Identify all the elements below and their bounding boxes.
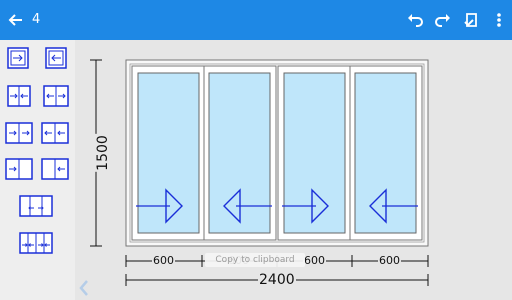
total-width-label[interactable]: 2400 — [258, 272, 296, 288]
segment-dimension-label-4[interactable]: 600 — [378, 255, 401, 267]
double-sash-mixed-alt-icon[interactable] — [41, 158, 69, 180]
more-vert-icon[interactable] — [489, 10, 509, 30]
single-sash-right-icon[interactable] — [7, 47, 29, 69]
arrow-back-icon[interactable] — [6, 10, 26, 30]
double-sash-outward-icon[interactable] — [43, 85, 69, 107]
single-sash-left-icon[interactable] — [45, 47, 67, 69]
undo-icon[interactable] — [405, 10, 425, 30]
toast-message: Copy to clipboard — [205, 253, 305, 267]
sash-1[interactable] — [131, 65, 205, 241]
app-bar: 4 — [0, 0, 512, 40]
double-sash-right-icon[interactable] — [5, 122, 33, 144]
sash-3[interactable] — [277, 65, 351, 241]
double-sash-inward-icon[interactable] — [7, 85, 31, 107]
segment-dimension-label-1[interactable]: 600 — [152, 255, 175, 267]
redo-icon[interactable] — [433, 10, 453, 30]
page-title: 4 — [32, 12, 41, 27]
quad-sash-center-icon[interactable] — [19, 232, 53, 254]
segment-dimension-label-3[interactable]: 600 — [303, 255, 326, 267]
height-dimension-label[interactable]: 1500 — [94, 134, 111, 172]
sash-4[interactable] — [349, 65, 423, 241]
chevron-left-icon[interactable] — [76, 278, 92, 298]
double-sash-left-icon[interactable] — [41, 122, 69, 144]
double-sash-mixed-icon[interactable] — [5, 158, 33, 180]
save-icon[interactable] — [461, 10, 481, 30]
window-type-sidebar — [0, 40, 75, 300]
triple-sash-center-icon[interactable] — [19, 195, 53, 217]
sash-2[interactable] — [203, 65, 277, 241]
